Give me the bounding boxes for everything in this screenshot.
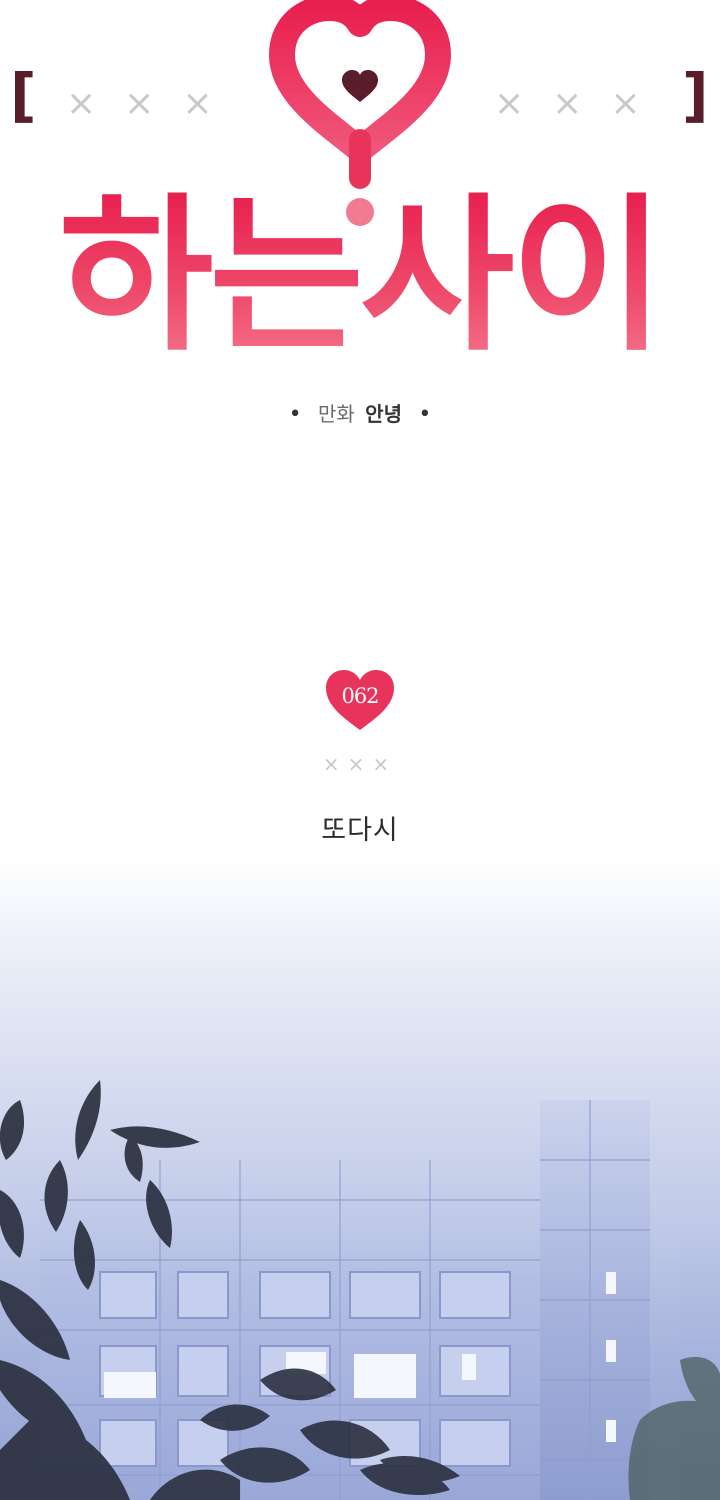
episode-xmarks: ××× [322, 752, 398, 776]
credit-author: 안녕 [365, 402, 402, 426]
inner-heart-icon [342, 70, 378, 102]
episode-title: 또다시 [321, 815, 399, 846]
episode-number: 062 [341, 684, 379, 708]
credit-bullet-left: • [288, 402, 302, 427]
credit-bullet-right: • [418, 402, 432, 427]
title-wrapper: 하는사이 [0, 160, 720, 360]
comic-page: [ ××× ××× ] 하는사이 • 만화 안녕 • 062 ××× 또다시 [0, 0, 720, 1500]
city-scene-illustration [0, 860, 720, 1500]
apartment-building-illustration [0, 1080, 720, 1500]
series-title: 하는사이 [58, 178, 665, 374]
series-logo: [ ××× ××× ] 하는사이 [0, 0, 720, 380]
author-credit: • 만화 안녕 • [0, 398, 720, 427]
credit-role: 만화 [318, 402, 355, 426]
